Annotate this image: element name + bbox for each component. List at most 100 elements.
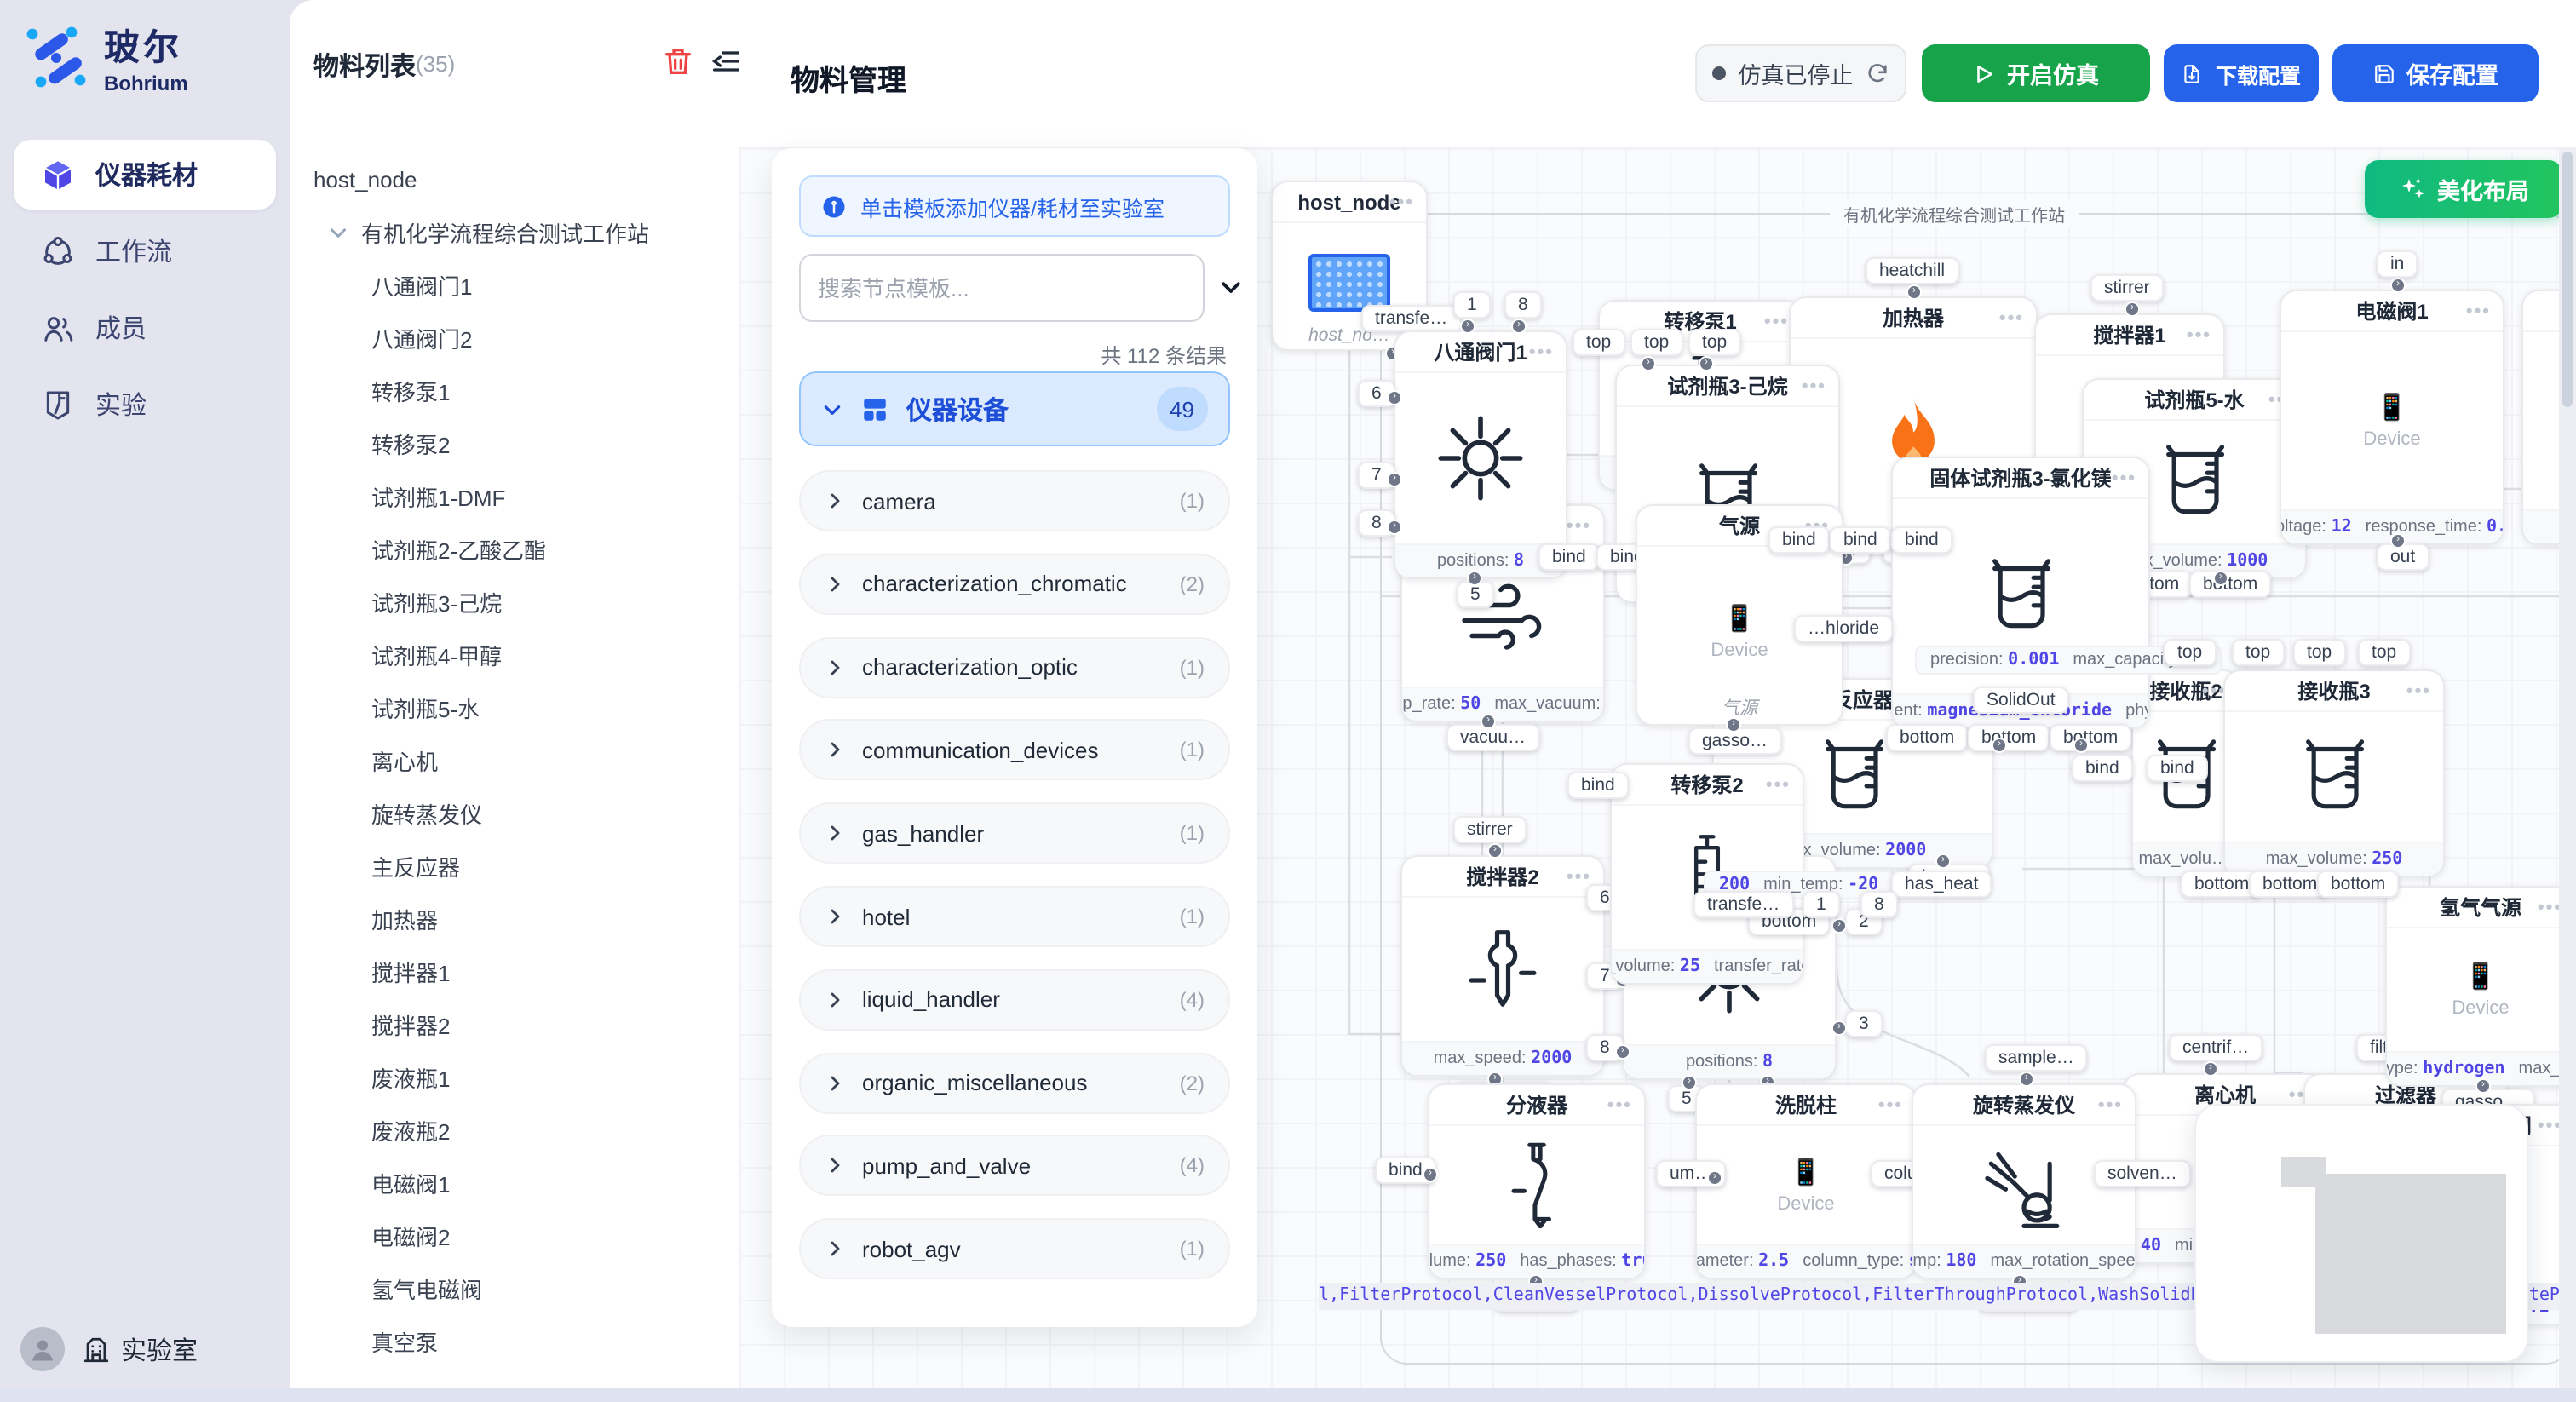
material-tree-item[interactable]: 试剂瓶4-甲醇	[290, 629, 729, 681]
node-menu-icon[interactable]: •••	[1607, 1085, 1632, 1126]
flow-node-旋转蒸发仪[interactable]: 旋转蒸发仪•••temp: 180max_rotation_speed: sam…	[1912, 1083, 2136, 1279]
material-tree-item[interactable]: 搅拌器2	[290, 998, 729, 1051]
material-tree-item[interactable]: 离心机	[290, 734, 729, 787]
avatar[interactable]	[20, 1327, 65, 1371]
canvas-vertical-scrollbar[interactable]	[2559, 148, 2576, 1388]
port-handle[interactable]: ›	[1460, 319, 1475, 334]
port-handle[interactable]: ›	[1682, 1075, 1697, 1090]
port-handle[interactable]: ›	[1487, 843, 1503, 859]
category-row-robot_agv[interactable]: robot_agv(1)	[799, 1218, 1230, 1279]
node-menu-icon[interactable]: •••	[2112, 458, 2136, 499]
port-handle[interactable]: ›	[1992, 738, 2007, 753]
category-row-organic_miscellaneous[interactable]: organic_miscellaneous(2)	[799, 1052, 1230, 1113]
material-tree-item[interactable]: 试剂瓶2-乙酸乙酯	[290, 523, 729, 576]
port-handle[interactable]: ›	[1511, 319, 1527, 334]
port-handle[interactable]: ›	[2203, 1061, 2218, 1077]
port-handle[interactable]: ›	[1726, 717, 1741, 733]
material-tree-item[interactable]: 八通阀门2	[290, 312, 729, 365]
sidebar-item-3[interactable]: 成员	[14, 293, 276, 363]
port-handle[interactable]: ›	[1831, 918, 1847, 934]
material-tree-item[interactable]: 转移泵2	[290, 417, 729, 470]
material-tree-item[interactable]: 电磁阀1	[290, 1157, 729, 1210]
download-config-button[interactable]: 下载配置	[2164, 44, 2319, 102]
material-tree-item[interactable]: 加热器	[290, 893, 729, 945]
node-menu-icon[interactable]: •••	[1878, 1085, 1903, 1126]
category-row-camera[interactable]: camera(1)	[799, 470, 1230, 531]
sim-status-badge[interactable]: 仿真已停止	[1695, 44, 1906, 102]
material-tree-item[interactable]: 试剂瓶5-水	[290, 681, 729, 734]
category-group-instruments[interactable]: 仪器设备49	[799, 371, 1230, 446]
port-handle[interactable]: ›	[1467, 571, 1482, 586]
beautify-layout-button[interactable]: 美化布局	[2365, 160, 2562, 218]
material-tree-item[interactable]: 试剂瓶1-DMF	[290, 470, 729, 523]
port-handle[interactable]: ›	[2019, 1072, 2034, 1087]
flow-node-分液器[interactable]: 分液器•••volume: 250has_phases: truebindbot…	[1428, 1083, 1646, 1279]
horizontal-scrollbar[interactable]	[0, 1388, 2576, 1402]
category-row-communication_devices[interactable]: communication_devices(1)	[799, 720, 1230, 781]
material-tree-item[interactable]: host_node	[290, 153, 729, 206]
flow-node-搅拌器2[interactable]: 搅拌器2•••max_speed: 2000stirrersepara…››	[1400, 855, 1605, 1077]
port-handle[interactable]: ›	[2390, 533, 2406, 549]
node-menu-icon[interactable]: •••	[2406, 671, 2431, 712]
chevron-down-icon[interactable]	[327, 221, 351, 244]
port-handle[interactable]: ›	[1699, 356, 1714, 371]
node-menu-icon[interactable]: •••	[1999, 298, 2024, 339]
material-tree-item[interactable]: 转移泵1	[290, 365, 729, 417]
port-handle[interactable]: ›	[1831, 1020, 1847, 1036]
port-handle[interactable]: ›	[1906, 284, 1922, 300]
category-row-hotel[interactable]: hotel(1)	[799, 886, 1230, 947]
category-row-pump_and_valve[interactable]: pump_and_valve(4)	[799, 1135, 1230, 1197]
port-handle[interactable]: ›	[1481, 714, 1496, 729]
sidebar-item-4[interactable]: 实验	[14, 370, 276, 440]
category-row-gas_handler[interactable]: gas_handler(1)	[799, 802, 1230, 864]
delete-all-button[interactable]	[661, 44, 699, 82]
material-tree-item[interactable]: 八通阀门1	[290, 259, 729, 312]
flow-node-host_node[interactable]: host_node•••host_no…transfe…›	[1271, 181, 1428, 351]
material-tree-item[interactable]: 试剂瓶3-己烷	[290, 576, 729, 629]
category-row-liquid_handler[interactable]: liquid_handler(4)	[799, 969, 1230, 1031]
flow-node-八通阀门1[interactable]: 八通阀门1•••positions: 8186785››››››	[1394, 330, 1567, 579]
flow-node-接收瓶3[interactable]: 接收瓶3•••max_volume: 250	[2223, 669, 2445, 877]
port-handle[interactable]: ›	[1423, 1167, 1438, 1182]
node-menu-icon[interactable]: •••	[1802, 366, 1826, 407]
material-tree-item[interactable]: 主反应器	[290, 840, 729, 893]
minimap[interactable]	[2194, 1104, 2528, 1363]
lab-switcher[interactable]: 实验室	[82, 1331, 198, 1367]
port-handle[interactable]: ›	[1387, 390, 1402, 405]
node-menu-icon[interactable]: •••	[1529, 332, 1554, 373]
node-menu-icon[interactable]: •••	[1389, 182, 1414, 223]
material-tree-item[interactable]: 真空泵	[290, 1315, 729, 1368]
sidebar-item-2[interactable]: 工作流	[14, 216, 276, 286]
port-handle[interactable]: ›	[1387, 472, 1402, 487]
material-tree-item[interactable]: 氢气电磁阀	[290, 1262, 729, 1315]
sidebar-item-1[interactable]: 仪器耗材	[14, 140, 276, 210]
port-handle[interactable]: ›	[2390, 278, 2406, 293]
material-tree-item[interactable]: 废液瓶2	[290, 1104, 729, 1157]
collapse-panel-icon[interactable]	[1218, 274, 1244, 300]
port-handle[interactable]: ›	[2475, 1078, 2491, 1094]
flow-node-电磁阀1[interactable]: 电磁阀1•••📱Devicevoltage: 12response_time: …	[2280, 290, 2504, 545]
node-menu-icon[interactable]: •••	[2098, 1085, 2123, 1126]
flow-node-洗脱柱[interactable]: 洗脱柱•••📱Devicediameter: 2.5column_type: s…	[1695, 1083, 1917, 1279]
port-handle[interactable]: ›	[1387, 520, 1402, 535]
node-menu-icon[interactable]: •••	[1766, 765, 1791, 806]
save-config-button[interactable]: 保存配置	[2332, 44, 2539, 102]
node-menu-icon[interactable]: •••	[2187, 315, 2211, 356]
material-tree-item[interactable]: 废液瓶1	[290, 1051, 729, 1104]
port-handle[interactable]: ›	[2213, 571, 2228, 586]
material-tree-item[interactable]: 有机化学流程综合测试工作站	[290, 206, 729, 259]
port-handle[interactable]: ›	[2073, 738, 2089, 753]
port-handle[interactable]: ›	[1615, 1044, 1630, 1060]
port-handle[interactable]: ›	[1641, 356, 1656, 371]
flow-node-氢气气源[interactable]: 氢气气源•••📱Device_type: hydrogenmax_pre: ga…	[2385, 886, 2576, 1087]
node-menu-icon[interactable]: •••	[1567, 506, 1591, 547]
category-row-characterization_optic[interactable]: characterization_optic(1)	[799, 636, 1230, 698]
material-tree-item[interactable]: 旋转蒸发仪	[290, 787, 729, 840]
node-menu-icon[interactable]: •••	[1764, 302, 1789, 342]
start-simulation-button[interactable]: 开启仿真	[1922, 44, 2150, 102]
port-handle[interactable]: ›	[1935, 853, 1951, 869]
port-handle[interactable]: ›	[1707, 1170, 1722, 1186]
refresh-icon[interactable]	[1866, 61, 1889, 85]
category-row-characterization_chromatic[interactable]: characterization_chromatic(2)	[799, 554, 1230, 615]
material-tree-item[interactable]: 搅拌器1	[290, 945, 729, 998]
